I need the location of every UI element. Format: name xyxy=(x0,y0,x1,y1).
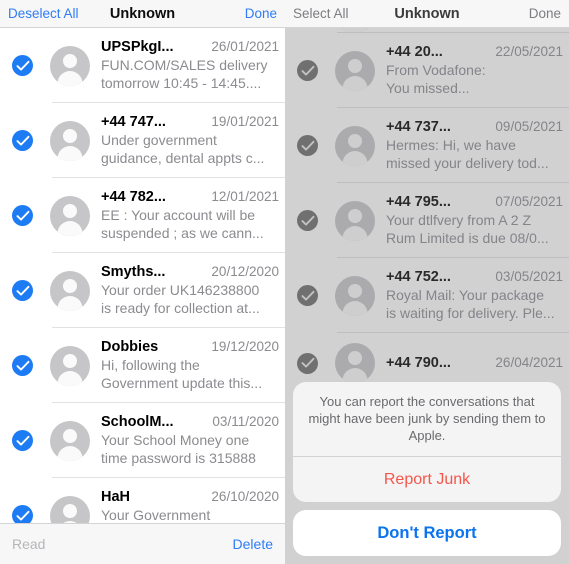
right-messages-screenshot: Your prescription (Id A22314-Y02989-0542… xyxy=(285,0,569,564)
list-item-meta: +44 795... 07/05/2021 Your dtlfvery from… xyxy=(386,194,569,247)
dont-report-button[interactable]: Don't Report xyxy=(293,510,561,556)
message-date: 09/05/2021 xyxy=(495,119,563,134)
list-item[interactable]: Dobbies 19/12/2020 Hi, following the Gov… xyxy=(0,328,285,403)
avatar xyxy=(335,275,375,316)
avatar xyxy=(50,195,90,236)
avatar xyxy=(50,420,90,461)
sender-name: HaH xyxy=(101,489,131,505)
message-date: 19/01/2021 xyxy=(211,114,279,129)
list-item[interactable]: +44 20... 22/05/2021 From Vodafone: You … xyxy=(285,33,569,108)
message-date: 20/12/2020 xyxy=(211,264,279,279)
message-preview: Your dtlfvery from A 2 Z Rum Limited is … xyxy=(386,212,549,246)
message-date: 19/12/2020 xyxy=(211,339,279,354)
list-item[interactable]: +44 747... 19/01/2021 Under government g… xyxy=(0,103,285,178)
list-item-meta: +44 747... 19/01/2021 Under government g… xyxy=(101,114,285,167)
avatar xyxy=(335,50,375,91)
list-item[interactable]: +44 752... 03/05/2021 Royal Mail: Your p… xyxy=(285,258,569,333)
sender-name: +44 20... xyxy=(386,44,443,60)
message-preview: Hermes: Hi, we have missed your delivery… xyxy=(386,137,549,171)
message-date: 03/05/2021 xyxy=(495,269,563,284)
sender-name: +44 782... xyxy=(101,189,166,205)
list-item-meta: +44 782... 12/01/2021 EE : Your account … xyxy=(101,189,285,242)
list-item[interactable]: +44 782... 12/01/2021 EE : Your account … xyxy=(0,178,285,253)
action-sheet-message: You can report the conversations that mi… xyxy=(293,382,561,457)
checkmark-selected-icon[interactable] xyxy=(297,285,318,306)
message-date: 07/05/2021 xyxy=(495,194,563,209)
left-messages-screenshot: Deselect All Unknown Done UPSPkgI... 26/… xyxy=(0,0,285,564)
deselect-all-button[interactable]: Deselect All xyxy=(8,6,79,21)
list-item-meta: SchoolM... 03/11/2020 Your School Money … xyxy=(101,414,285,467)
checkmark-selected-icon[interactable] xyxy=(297,60,318,81)
select-all-button[interactable]: Select All xyxy=(293,6,349,21)
sender-name: +44 790... xyxy=(386,355,451,371)
message-date: 26/10/2020 xyxy=(211,489,279,504)
right-done-button[interactable]: Done xyxy=(529,6,561,21)
message-date: 26/01/2021 xyxy=(211,39,279,54)
checkmark-selected-icon[interactable] xyxy=(12,55,33,76)
sender-name: +44 737... xyxy=(386,119,451,135)
message-preview: Your School Money one time password is 3… xyxy=(101,432,256,466)
list-item-meta: +44 737... 09/05/2021 Hermes: Hi, we hav… xyxy=(386,119,569,172)
list-item[interactable]: +44 795... 07/05/2021 Your dtlfvery from… xyxy=(285,183,569,258)
avatar xyxy=(50,345,90,386)
list-item-meta: +44 20... 22/05/2021 From Vodafone: You … xyxy=(386,44,569,97)
checkmark-selected-icon[interactable] xyxy=(297,210,318,231)
sender-name: Smyths... xyxy=(101,264,166,280)
report-junk-action-sheet: You can report the conversations that mi… xyxy=(293,382,561,556)
message-preview: From Vodafone: You missed... xyxy=(386,62,486,96)
list-item[interactable]: Smyths... 20/12/2020 Your order UK146238… xyxy=(0,253,285,328)
message-preview: Under government guidance, dental appts … xyxy=(101,132,265,166)
report-junk-button[interactable]: Report Junk xyxy=(293,457,561,502)
left-done-button[interactable]: Done xyxy=(245,6,277,21)
sender-name: SchoolM... xyxy=(101,414,174,430)
list-item-meta: Dobbies 19/12/2020 Hi, following the Gov… xyxy=(101,339,285,392)
list-item[interactable]: UPSPkgI... 26/01/2021 FUN.COM/SALES deli… xyxy=(0,28,285,103)
message-preview: Hi, following the Government update this… xyxy=(101,357,263,391)
list-item-meta: +44 752... 03/05/2021 Royal Mail: Your p… xyxy=(386,269,569,322)
sender-name: +44 747... xyxy=(101,114,166,130)
checkmark-selected-icon[interactable] xyxy=(12,205,33,226)
list-item[interactable]: SchoolM... 03/11/2020 Your School Money … xyxy=(0,403,285,478)
avatar xyxy=(50,45,90,86)
checkmark-selected-icon[interactable] xyxy=(297,135,318,156)
left-bottom-toolbar: Read Delete xyxy=(0,523,285,564)
avatar xyxy=(335,125,375,166)
sender-name: UPSPkgI... xyxy=(101,39,174,55)
avatar xyxy=(50,120,90,161)
checkmark-selected-icon[interactable] xyxy=(12,280,33,301)
checkmark-selected-icon[interactable] xyxy=(297,352,318,374)
message-date: 03/11/2020 xyxy=(212,414,279,429)
message-preview: Royal Mail: Your package is waiting for … xyxy=(386,287,555,321)
action-sheet-group: You can report the conversations that mi… xyxy=(293,382,561,502)
sender-name: +44 752... xyxy=(386,269,451,285)
sender-name: +44 795... xyxy=(386,194,451,210)
list-item[interactable]: +44 737... 09/05/2021 Hermes: Hi, we hav… xyxy=(285,108,569,183)
message-date: 12/01/2021 xyxy=(211,189,279,204)
list-item-meta: UPSPkgI... 26/01/2021 FUN.COM/SALES deli… xyxy=(101,39,285,92)
checkmark-selected-icon[interactable] xyxy=(12,430,33,451)
message-date: 22/05/2021 xyxy=(495,44,563,59)
mark-read-button[interactable]: Read xyxy=(12,536,45,552)
right-navigation-bar: Select All Unknown Done xyxy=(285,0,569,28)
checkmark-selected-icon[interactable] xyxy=(12,355,33,376)
left-navigation-bar: Deselect All Unknown Done xyxy=(0,0,285,28)
dual-screenshot-comparison: Deselect All Unknown Done UPSPkgI... 26/… xyxy=(0,0,569,564)
message-preview: Your order UK146238800 is ready for coll… xyxy=(101,282,260,316)
list-item-meta: +44 790... 26/04/2021 xyxy=(386,355,569,371)
message-date: 26/04/2021 xyxy=(495,355,563,370)
message-preview: EE : Your account will be suspended ; as… xyxy=(101,207,264,241)
left-conversation-list[interactable]: UPSPkgI... 26/01/2021 FUN.COM/SALES deli… xyxy=(0,28,285,564)
checkmark-selected-icon[interactable] xyxy=(12,130,33,151)
list-item-meta: Smyths... 20/12/2020 Your order UK146238… xyxy=(101,264,285,317)
avatar xyxy=(335,343,375,383)
avatar xyxy=(50,270,90,311)
sender-name: Dobbies xyxy=(101,339,159,355)
avatar xyxy=(335,200,375,241)
message-preview: FUN.COM/SALES delivery tomorrow 10:45 - … xyxy=(101,57,268,91)
delete-button[interactable]: Delete xyxy=(233,536,273,552)
